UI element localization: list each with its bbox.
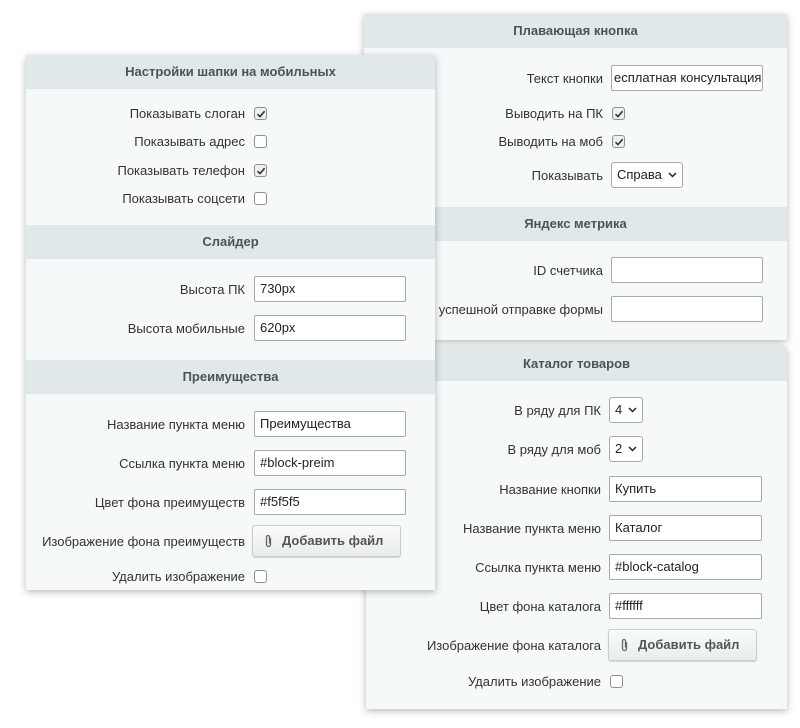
catalog-add-file-button[interactable]: Добавить файл (608, 629, 757, 661)
row-mobile-select[interactable]: 2 (609, 436, 643, 462)
adv-menu-link-label: Ссылка пункта меню (119, 456, 245, 471)
button-text-label: Текст кнопки (526, 71, 603, 86)
show-social-label: Показывать соцсети (122, 191, 245, 206)
form-submit-goal-input[interactable] (611, 296, 763, 322)
catalog-button-name-label: Название кнопки (499, 482, 601, 497)
counter-id-input[interactable] (611, 257, 763, 283)
adv-add-file-label: Добавить файл (282, 533, 384, 548)
form-submit-goal-label: и успешной отправке формы (427, 302, 603, 317)
show-mobile-label: Выводить на моб (498, 134, 603, 149)
advantages-section-title: Преимущества (26, 360, 435, 394)
height-mobile-label: Высота мобильные (127, 321, 245, 336)
show-phone-checkbox[interactable] (254, 164, 267, 177)
catalog-bg-color-label: Цвет фона каталога (479, 599, 601, 614)
catalog-menu-name-label: Название пункта меню (462, 521, 601, 536)
chevron-down-icon (628, 407, 637, 413)
show-mobile-checkbox[interactable] (612, 135, 625, 148)
show-slogan-row: Показывать слоган (26, 99, 435, 129)
row-pc-select[interactable]: 4 (609, 397, 643, 423)
catalog-delete-image-row: Удалить изображение (366, 667, 787, 697)
adv-bg-color-row: Цвет фона преимуществ #f5f5f5 (26, 488, 435, 518)
row-mobile-select-value: 2 (615, 441, 623, 456)
check-icon (256, 110, 266, 118)
adv-bg-image-row: Изображение фона преимуществ Добавить фа… (26, 525, 435, 557)
header-settings-section-title: Настройки шапки на мобильных (26, 55, 435, 89)
adv-delete-image-checkbox[interactable] (254, 570, 267, 583)
check-icon (614, 138, 624, 146)
position-label: Показывать (531, 168, 603, 183)
adv-delete-image-row: Удалить изображение (26, 562, 435, 590)
counter-id-label: ID счетчика (533, 263, 603, 278)
button-text-input[interactable]: есплатная консультация (611, 65, 763, 91)
catalog-button-name-input[interactable]: Купить (609, 476, 762, 502)
show-social-checkbox[interactable] (254, 192, 267, 205)
height-mobile-row: Высота мобильные 620px (26, 314, 435, 344)
position-select[interactable]: Справа (611, 162, 683, 188)
paperclip-icon (265, 534, 272, 548)
height-pc-label: Высота ПК (179, 282, 245, 297)
check-icon (256, 167, 266, 175)
row-pc-label: В ряду для ПК (514, 403, 601, 418)
catalog-bg-color-row: Цвет фона каталога #ffffff (366, 592, 787, 622)
show-address-row: Показывать адрес (26, 127, 435, 157)
show-social-row: Показывать соцсети (26, 184, 435, 214)
adv-menu-name-row: Название пункта меню Преимущества (26, 410, 435, 440)
catalog-bg-image-row: Изображение фона каталога Добавить файл (366, 629, 787, 661)
show-address-checkbox[interactable] (254, 135, 267, 148)
paperclip-icon (621, 638, 628, 652)
catalog-menu-link-input[interactable]: #block-catalog (609, 554, 762, 580)
catalog-bg-color-input[interactable]: #ffffff (609, 593, 762, 619)
slider-section-title: Слайдер (26, 225, 435, 259)
adv-add-file-button[interactable]: Добавить файл (252, 525, 401, 557)
height-pc-input[interactable]: 730px (254, 276, 406, 302)
show-slogan-checkbox[interactable] (254, 107, 267, 120)
chevron-down-icon (668, 172, 677, 178)
catalog-menu-link-label: Ссылка пункта меню (475, 560, 601, 575)
catalog-menu-name-input[interactable]: Каталог (609, 515, 762, 541)
floating-button-section-title: Плавающая кнопка (364, 14, 787, 48)
show-address-label: Показывать адрес (134, 134, 245, 149)
height-mobile-input[interactable]: 620px (254, 315, 406, 341)
adv-bg-color-label: Цвет фона преимуществ (94, 495, 245, 510)
position-select-value: Справа (617, 167, 662, 182)
catalog-delete-image-checkbox[interactable] (610, 675, 623, 688)
adv-bg-color-input[interactable]: #f5f5f5 (254, 489, 406, 515)
adv-menu-name-input[interactable]: Преимущества (254, 411, 406, 437)
adv-bg-image-label: Изображение фона преимуществ (42, 534, 245, 549)
adv-delete-image-label: Удалить изображение (111, 569, 245, 584)
row-mobile-label: В ряду для моб (507, 442, 601, 457)
height-pc-row: Высота ПК 730px (26, 275, 435, 305)
chevron-down-icon (628, 446, 637, 452)
left-panel: Настройки шапки на мобильных Показывать … (26, 55, 435, 590)
show-pc-checkbox[interactable] (612, 107, 625, 120)
check-icon (614, 110, 624, 118)
show-phone-label: Показывать телефон (117, 163, 245, 178)
catalog-add-file-label: Добавить файл (638, 637, 740, 652)
adv-menu-link-row: Ссылка пункта меню #block-preim (26, 449, 435, 479)
adv-menu-name-label: Название пункта меню (106, 417, 245, 432)
adv-menu-link-input[interactable]: #block-preim (254, 450, 406, 476)
show-phone-row: Показывать телефон (26, 156, 435, 186)
show-slogan-label: Показывать слоган (129, 106, 245, 121)
catalog-delete-image-label: Удалить изображение (467, 674, 601, 689)
row-pc-select-value: 4 (615, 402, 623, 417)
show-pc-label: Выводить на ПК (505, 106, 603, 121)
catalog-bg-image-label: Изображение фона каталога (426, 638, 601, 653)
